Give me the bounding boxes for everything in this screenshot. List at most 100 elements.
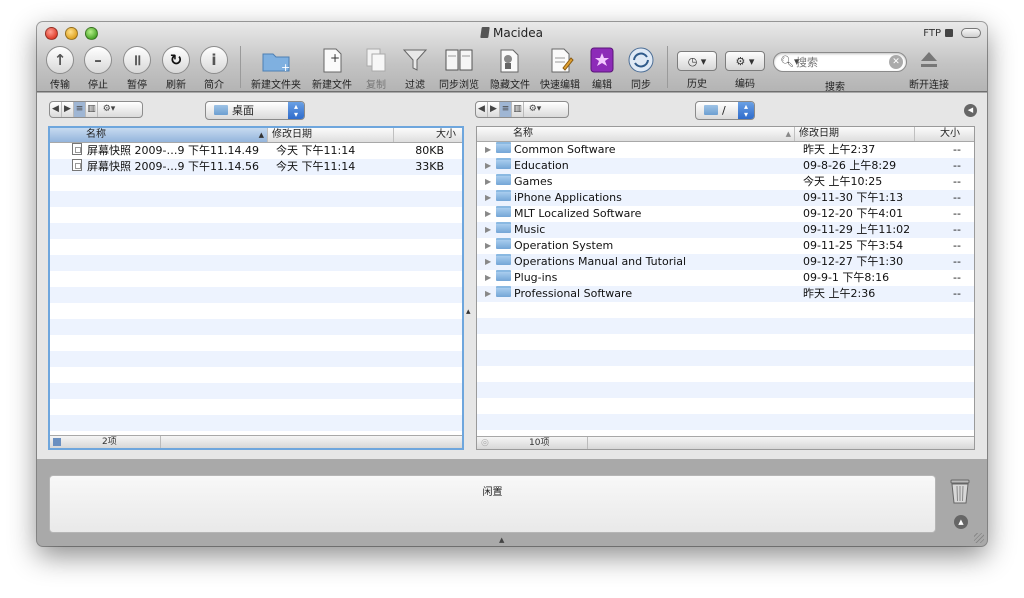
disclosure-triangle-icon[interactable]: ▶	[485, 270, 491, 286]
column-view-icon[interactable]: ▥	[512, 102, 524, 117]
disclosure-triangle-icon[interactable]: ▶	[485, 222, 491, 238]
back-icon[interactable]: ◀	[476, 102, 488, 117]
disclosure-triangle-icon[interactable]: ▶	[485, 206, 491, 222]
forward-icon[interactable]: ▶	[62, 102, 74, 117]
disclosure-triangle-icon[interactable]: ▶	[485, 158, 491, 174]
expand-up-icon[interactable]: ▲	[954, 515, 968, 529]
table-row[interactable]: ▶ Plug-ins 09-9-1 下午8:16 --	[477, 270, 974, 286]
file-name: Plug-ins	[514, 271, 558, 284]
file-name: Operations Manual and Tutorial	[514, 255, 687, 268]
info-button[interactable]: i 简介	[199, 46, 229, 91]
stop-icon: –	[84, 46, 112, 74]
back-icon[interactable]: ◀	[50, 102, 62, 117]
table-row[interactable]: ▶ MLT Localized Software 09-12-20 下午4:01 --	[477, 206, 974, 222]
table-row[interactable]: 屏幕快照 2009-…9 下午11.14.56 今天 下午11:14 33KB	[50, 159, 462, 175]
disclosure-triangle-icon[interactable]: ▶	[485, 174, 491, 190]
file-date: 今天 上午10:25	[803, 175, 883, 188]
file-name: MLT Localized Software	[514, 207, 642, 220]
refresh-button[interactable]: ↻ 刷新	[161, 46, 191, 91]
list-view-icon[interactable]: ≡	[74, 102, 86, 117]
table-row[interactable]: ▶ Professional Software 昨天 上午2:36 --	[477, 286, 974, 302]
clear-search-icon[interactable]: ✕	[889, 55, 903, 69]
file-name: Common Software	[514, 143, 616, 156]
file-date: 昨天 上午2:37	[803, 143, 876, 156]
refresh-label: 刷新	[166, 80, 186, 91]
toolbar-toggle-button[interactable]	[961, 28, 981, 38]
file-name: Operation System	[514, 239, 614, 252]
new-folder-button[interactable]: + 新建文件夹	[248, 46, 304, 91]
disclosure-triangle-icon[interactable]: ▶	[485, 190, 491, 206]
navigate-back-icon[interactable]: ◀	[964, 104, 977, 117]
stop-button[interactable]: – 停止	[83, 46, 113, 91]
list-view-icon[interactable]: ≡	[500, 102, 512, 117]
action-gear-icon[interactable]: ⚙▾	[98, 102, 120, 117]
folder-icon	[496, 238, 511, 249]
table-row[interactable]: ▶ Operations Manual and Tutorial 09-12-27 …	[477, 254, 974, 270]
right-path-label: /	[722, 104, 726, 117]
disconnect-button[interactable]: 断开连接	[903, 46, 955, 91]
file-size: --	[953, 175, 961, 188]
size-column-header[interactable]: 大小	[394, 128, 462, 142]
date-column-header[interactable]: 修改日期	[268, 128, 394, 142]
image-file-icon	[72, 143, 82, 155]
sync-browse-button[interactable]: 同步浏览	[437, 46, 481, 91]
left-path-popup[interactable]: 桌面 ▴ ▾	[205, 101, 305, 120]
name-column-header[interactable]: 名称 ▲	[50, 128, 268, 142]
folder-icon	[496, 286, 511, 297]
name-column-header[interactable]: 名称 ▲	[477, 127, 795, 141]
file-name: 屏幕快照 2009-…9 下午11.14.56	[87, 160, 259, 173]
drawer-toggle-icon[interactable]: ▲	[499, 536, 504, 544]
date-column-header[interactable]: 修改日期	[795, 127, 915, 141]
table-row[interactable]: ▶ iPhone Applications 09-11-30 下午1:13 --	[477, 190, 974, 206]
table-row[interactable]: ▶ Operation System 09-11-25 下午3:54 --	[477, 238, 974, 254]
transfer-button[interactable]: ↑ 传输	[45, 46, 75, 91]
disclosure-triangle-icon[interactable]: ▶	[485, 286, 491, 302]
action-gear-icon[interactable]: ⚙▾	[524, 102, 546, 117]
disclosure-triangle-icon[interactable]: ▶	[485, 142, 491, 158]
encoding-button[interactable]: ⚙ ▾ 编码	[725, 46, 765, 90]
local-file-pane[interactable]: 名称 ▲ 修改日期 大小 屏幕快照 2009-…9 下午11.14.49 今天 下午…	[48, 126, 464, 450]
hide-files-button[interactable]: 隐藏文件	[487, 46, 533, 91]
pause-button[interactable]: ॥ 暂停	[122, 46, 152, 91]
file-name: Education	[514, 159, 569, 172]
sync-button[interactable]: 同步	[625, 46, 657, 91]
quick-edit-button[interactable]: 快速编辑	[537, 46, 583, 91]
right-view-controls: ◀ ▶ ≡ ▥ ⚙▾	[475, 101, 569, 118]
search-field[interactable]: 🔍︎▾ ✕	[773, 52, 907, 72]
disclosure-triangle-icon[interactable]: ▶	[485, 254, 491, 270]
file-name: Professional Software	[514, 287, 633, 300]
local-status-bar: 2项	[50, 435, 462, 448]
transfer-queue-panel: 闲置	[49, 475, 936, 533]
search-input[interactable]	[796, 55, 886, 69]
refresh-icon: ↻	[162, 46, 190, 74]
name-header-label: 名称	[86, 129, 106, 140]
size-column-header[interactable]: 大小	[915, 127, 974, 141]
trash-icon[interactable]	[949, 477, 971, 505]
table-row[interactable]: ▶ Common Software 昨天 上午2:37 --	[477, 142, 974, 158]
copy-button[interactable]: 复制	[359, 46, 393, 91]
table-row[interactable]: ▶ Music 09-11-29 上午11:02 --	[477, 222, 974, 238]
edit-button[interactable]: 编辑	[587, 46, 617, 91]
forward-icon[interactable]: ▶	[488, 102, 500, 117]
table-row[interactable]: 屏幕快照 2009-…9 下午11.14.49 今天 下午11:14 80KB	[50, 143, 462, 159]
browser-area: ◀ ▶ ≡ ▥ ⚙▾ 桌面 ▴ ▾ ◀ ▶ ≡ ▥ ⚙▾ / ▴ ▾ ◀ 名称 …	[37, 93, 987, 459]
remote-file-pane[interactable]: 名称 ▲ 修改日期 大小 ▶ Common Software 昨天 上午2:37 -- ▶…	[476, 126, 975, 450]
ftp-label: FTP	[923, 28, 941, 39]
transfer-label: 传输	[50, 80, 70, 91]
app-window: Macidea FTP ↑ 传输 – 停止 ॥ 暂停 ↻ 刷新 i 简介 + 新…	[37, 22, 987, 546]
up-arrow-icon: ↑	[46, 46, 74, 74]
local-item-count: 2项	[102, 437, 117, 447]
column-view-icon[interactable]: ▥	[86, 102, 98, 117]
name-header-label: 名称	[513, 128, 533, 139]
right-path-popup[interactable]: / ▴ ▾	[695, 101, 755, 120]
resize-grip[interactable]	[974, 533, 984, 543]
table-row[interactable]: ▶ Education 09-8-26 上午8:29 --	[477, 158, 974, 174]
size-header-label: 大小	[436, 129, 456, 140]
new-file-button[interactable]: + 新建文件	[310, 46, 354, 91]
history-button[interactable]: ◷ ▾ 历史	[677, 46, 717, 90]
filter-button[interactable]: 过滤	[399, 46, 431, 91]
file-size: --	[953, 255, 961, 268]
disclosure-triangle-icon[interactable]: ▶	[485, 238, 491, 254]
table-row[interactable]: ▶ Games 今天 上午10:25 --	[477, 174, 974, 190]
collapse-arrow-icon[interactable]: ▴	[466, 307, 471, 317]
